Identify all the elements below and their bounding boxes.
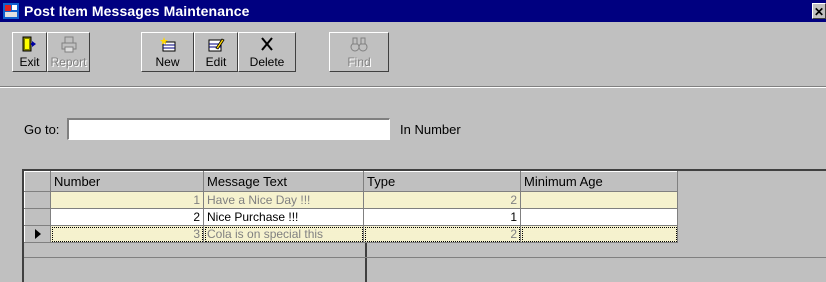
table-row[interactable]: 1 Have a Nice Day !!! 2	[24, 191, 678, 209]
cell-minimum-age[interactable]	[520, 225, 678, 243]
column-header-message-text[interactable]: Message Text	[203, 171, 364, 192]
cell-message-text[interactable]: Cola is on special this	[203, 225, 364, 243]
binoculars-icon	[350, 37, 368, 52]
goto-input[interactable]	[67, 118, 390, 140]
edit-record-icon	[208, 38, 225, 52]
cell-type[interactable]: 2	[363, 225, 521, 243]
cell-minimum-age[interactable]	[520, 208, 678, 226]
report-button-label: Report	[50, 55, 87, 69]
column-header-minimum-age[interactable]: Minimum Age	[520, 171, 678, 192]
exit-button-label: Exit	[19, 55, 40, 69]
cell-number[interactable]: 1	[50, 191, 204, 209]
new-record-icon	[159, 37, 175, 52]
window-title: Post Item Messages Maintenance	[24, 3, 250, 19]
exit-button[interactable]: Exit	[12, 32, 47, 72]
table-header-row: Number Message Text Type Minimum Age	[24, 171, 678, 192]
row-selector[interactable]	[24, 208, 51, 226]
cell-type[interactable]: 2	[363, 191, 521, 209]
delete-button-label: Delete	[249, 55, 285, 69]
new-button[interactable]: New	[141, 32, 194, 72]
edit-button-label: Edit	[205, 55, 227, 69]
goto-label: Go to:	[24, 122, 60, 137]
edit-button[interactable]: Edit	[194, 32, 238, 72]
goto-field-suffix: In Number	[400, 122, 461, 137]
delete-x-icon	[261, 37, 273, 51]
table-row[interactable]: 3 Cola is on special this 2	[24, 225, 678, 243]
messages-table: Number Message Text Type Minimum Age 1 H…	[24, 171, 678, 243]
cell-type[interactable]: 1	[363, 208, 521, 226]
column-header-number[interactable]: Number	[50, 171, 204, 192]
grid-bottom-divider	[24, 257, 826, 258]
exit-door-icon	[22, 36, 36, 52]
cell-number[interactable]: 3	[50, 225, 204, 243]
row-selector[interactable]	[24, 191, 51, 209]
printer-icon	[61, 36, 76, 53]
cell-message-text[interactable]: Have a Nice Day !!!	[203, 191, 364, 209]
header-row-selector	[24, 171, 51, 192]
toolbar-group-2: New Edit Delete	[141, 32, 296, 72]
report-button[interactable]: Report	[47, 32, 90, 72]
toolbar-group-1: Exit Report	[12, 32, 90, 72]
table-row[interactable]: 2 Nice Purchase !!! 1	[24, 208, 678, 226]
current-row-arrow-icon	[34, 229, 41, 239]
app-icon	[3, 3, 19, 19]
title-bar[interactable]: Post Item Messages Maintenance ✕	[0, 0, 826, 22]
row-selector[interactable]	[24, 225, 51, 243]
find-button-label: Find	[347, 55, 371, 69]
delete-button[interactable]: Delete	[238, 32, 296, 72]
find-button[interactable]: Find	[329, 32, 389, 72]
cell-message-text[interactable]: Nice Purchase !!!	[203, 208, 364, 226]
cell-number[interactable]: 2	[50, 208, 204, 226]
toolbar: Exit Report New Edit Delete Find	[0, 22, 826, 86]
close-button[interactable]: ✕	[812, 3, 826, 19]
column-header-type[interactable]: Type	[363, 171, 521, 192]
toolbar-group-3: Find	[329, 32, 389, 72]
cell-minimum-age[interactable]	[520, 191, 678, 209]
toolbar-separator	[0, 86, 826, 88]
new-button-label: New	[155, 55, 180, 69]
